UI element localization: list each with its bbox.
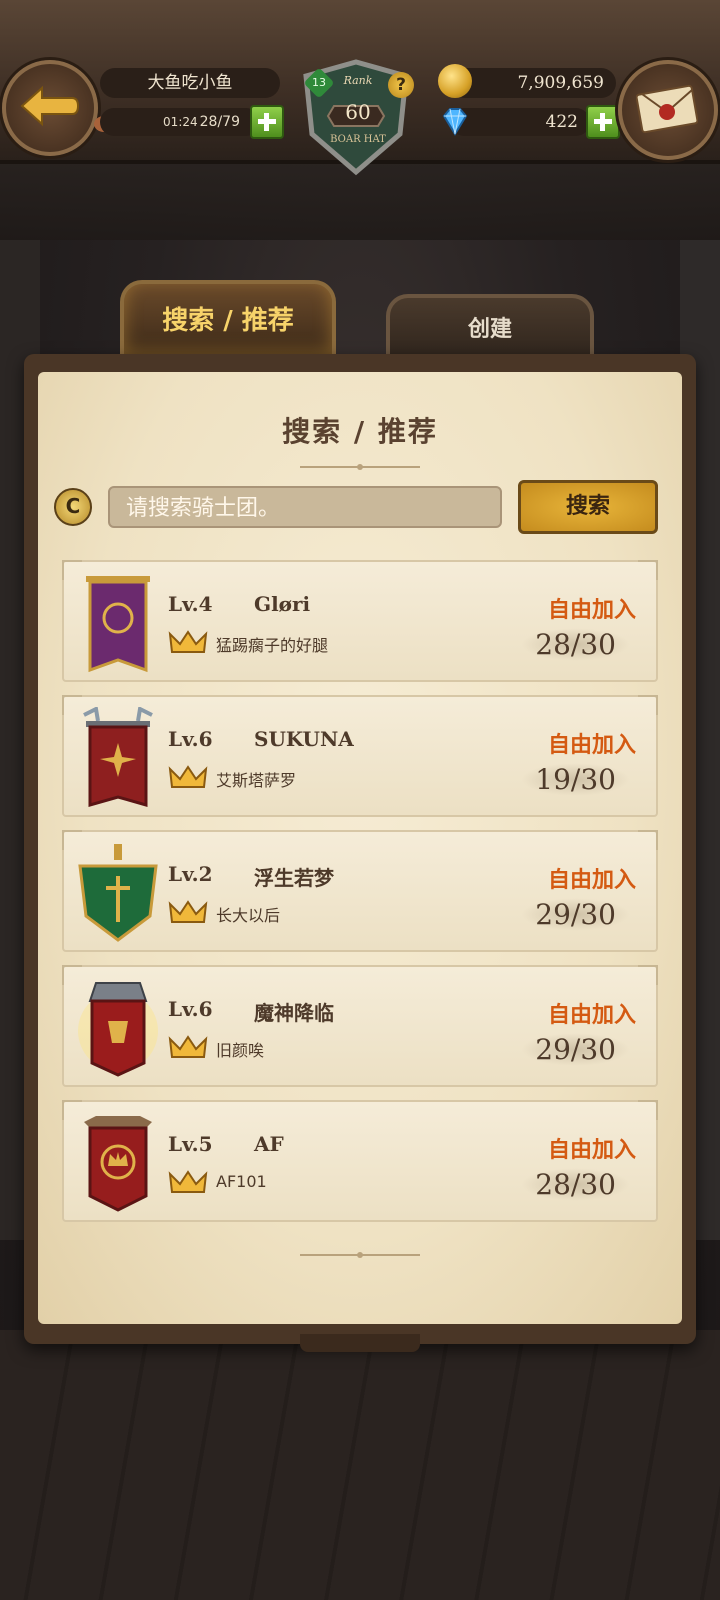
guild-leader: 长大以后 xyxy=(216,906,281,925)
guild-row[interactable]: Lv.4 Gløri 猛踢瘸子的好腿 自由加入 28/30 xyxy=(62,560,658,682)
member-count: 29/30 xyxy=(521,898,630,931)
stamina-display: 01:24 28/79 xyxy=(100,108,260,136)
member-count: 28/30 xyxy=(521,628,630,661)
refresh-icon[interactable]: C xyxy=(54,488,92,526)
guild-name: 魔神降临 xyxy=(254,1001,334,1025)
guild-emblem-icon xyxy=(84,1116,152,1212)
member-count: 29/30 xyxy=(521,1033,630,1066)
member-count: 28/30 xyxy=(521,1168,630,1201)
guild-row[interactable]: Lv.6 魔神降临 旧颜唉 自由加入 29/30 xyxy=(62,965,658,1087)
player-name: 大鱼吃小鱼 xyxy=(100,68,280,98)
member-count: 19/30 xyxy=(521,763,630,796)
guild-name: SUKUNA xyxy=(254,727,354,751)
guild-row[interactable]: Lv.5 AF AF101 自由加入 28/30 xyxy=(62,1100,658,1222)
tab-create[interactable]: 创建 xyxy=(386,294,594,362)
add-stamina-button[interactable] xyxy=(250,105,284,139)
stamina-value: 28/79 xyxy=(199,114,240,130)
gold-display: 7,909,659 xyxy=(450,68,616,98)
guild-leader: 艾斯塔萨罗 xyxy=(216,771,297,790)
search-input[interactable]: 请搜索骑士团。 xyxy=(108,486,502,528)
guild-name: Gløri xyxy=(254,592,311,616)
guild-level: Lv.5 xyxy=(168,1132,213,1156)
crown-icon xyxy=(168,900,208,923)
back-arrow-icon xyxy=(20,85,80,127)
guild-leader: 旧颜唉 xyxy=(216,1041,265,1060)
panel-bottom-bar xyxy=(300,1334,420,1352)
guild-emblem-icon xyxy=(86,576,150,673)
join-status: 自由加入 xyxy=(547,1003,636,1028)
join-status: 自由加入 xyxy=(547,733,636,758)
guild-row[interactable]: Lv.2 浮生若梦 长大以后 自由加入 29/30 xyxy=(62,830,658,952)
rank-value: 60 xyxy=(345,100,371,124)
guild-name: AF xyxy=(254,1132,284,1156)
stamina-timer: 01:24 xyxy=(163,115,198,129)
guild-emblem-icon xyxy=(83,707,153,807)
join-status: 自由加入 xyxy=(547,1138,636,1163)
crown-icon xyxy=(168,1035,208,1058)
join-status: 自由加入 xyxy=(547,868,636,893)
guild-emblem-icon xyxy=(78,982,158,1077)
guild-leader: 猛踢瘸子的好腿 xyxy=(216,636,329,655)
tab-search-recommend[interactable]: 搜索 / 推荐 xyxy=(120,280,336,358)
gold-coin-icon xyxy=(438,64,472,98)
crown-icon xyxy=(168,630,208,653)
help-button[interactable]: ? xyxy=(388,72,414,98)
guild-name: 浮生若梦 xyxy=(254,866,334,890)
guild-level: Lv.2 xyxy=(168,862,213,886)
join-status: 自由加入 xyxy=(547,598,636,623)
mail-button[interactable] xyxy=(618,60,718,160)
rank-label: Rank xyxy=(343,74,373,87)
title-ornament xyxy=(300,464,420,470)
crown-icon xyxy=(168,1170,208,1193)
guild-level: Lv.6 xyxy=(168,997,213,1021)
crown-icon xyxy=(168,765,208,788)
guild-leader: AF101 xyxy=(216,1172,267,1191)
panel-title: 搜索 / 推荐 xyxy=(282,415,438,448)
guild-emblem-icon xyxy=(78,844,158,942)
guild-row[interactable]: Lv.6 SUKUNA 艾斯塔萨罗 自由加入 19/30 xyxy=(62,695,658,817)
guild-level: Lv.4 xyxy=(168,592,213,616)
mail-icon xyxy=(636,84,698,134)
rank-subtitle: BOAR HAT xyxy=(330,134,386,145)
back-button[interactable] xyxy=(2,60,98,156)
add-gems-button[interactable] xyxy=(586,105,620,139)
list-bottom-ornament xyxy=(300,1252,420,1258)
background-floor xyxy=(0,1330,720,1600)
search-button[interactable]: 搜索 xyxy=(518,480,658,534)
diamond-icon xyxy=(442,108,468,136)
guild-level: Lv.6 xyxy=(168,727,213,751)
